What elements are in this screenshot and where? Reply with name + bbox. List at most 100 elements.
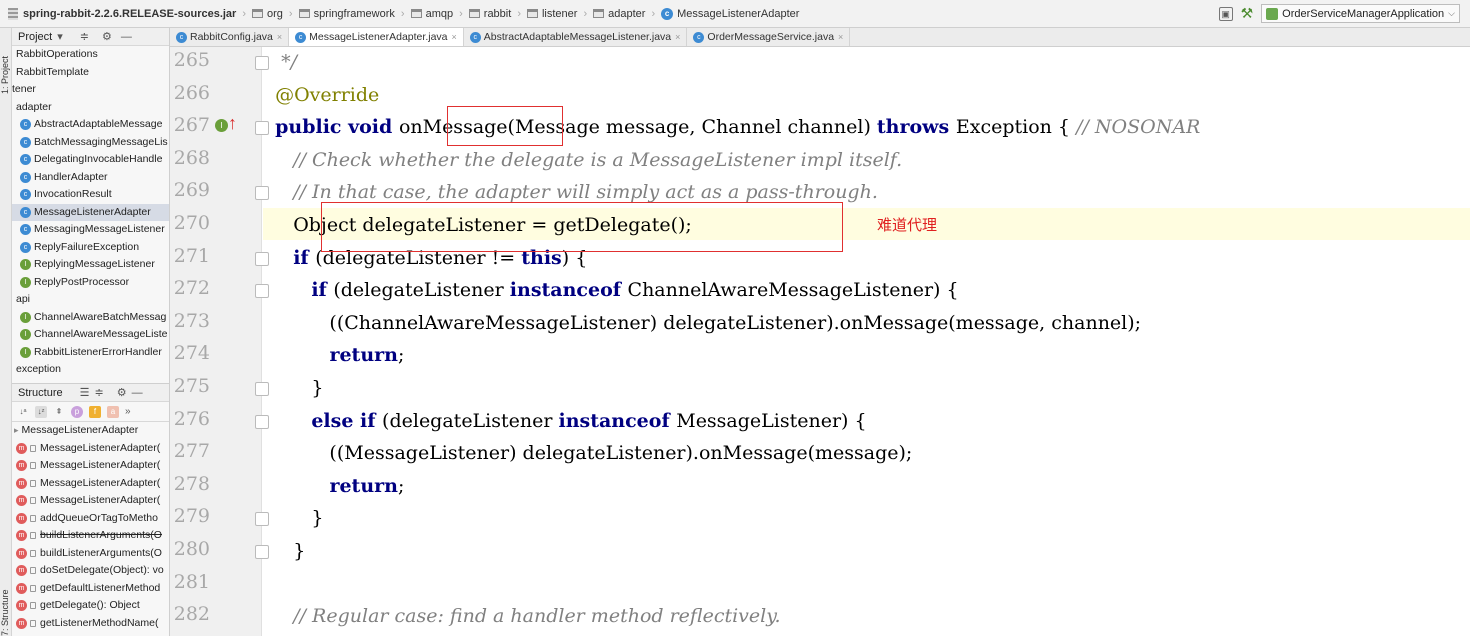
- structure-item[interactable]: m MessageListenerAdapter(: [12, 492, 169, 510]
- project-tree-item[interactable]: I ReplyingMessageListener: [12, 256, 169, 274]
- editor-tab[interactable]: c RabbitConfig.java ×: [170, 28, 290, 46]
- folder-icon: [593, 9, 605, 18]
- code-token: ;: [397, 344, 405, 367]
- project-tree-label: ChannelAwareBatchMessag: [34, 310, 167, 323]
- project-tool-tab[interactable]: 1: Project: [0, 34, 12, 94]
- code-token: public void: [275, 116, 399, 139]
- implements-marker-icon[interactable]: I: [215, 119, 228, 132]
- project-tree-item[interactable]: RabbitOperations: [12, 46, 169, 64]
- structure-item[interactable]: m getListenerMethodName(: [12, 615, 169, 633]
- show-inherited-icon[interactable]: ⇞: [53, 406, 65, 418]
- line-number: 268: [173, 146, 210, 169]
- code-line: ((ChannelAwareMessageListener) delegateL…: [263, 307, 1141, 339]
- breadcrumb-item[interactable]: adapter: [591, 8, 647, 20]
- project-tree-item[interactable]: I ChannelAwareBatchMessag: [12, 309, 169, 327]
- sort-alphabetically-icon[interactable]: ↓ᶻ: [35, 405, 47, 418]
- structure-item[interactable]: m doSetDelegate(Object): vo: [12, 562, 169, 580]
- structure-item[interactable]: m buildListenerArguments(O: [12, 527, 169, 545]
- editor-tab-label: MessageListenerAdapter.java: [309, 31, 448, 43]
- structure-item-label: getDelegate(): Object: [40, 599, 140, 611]
- structure-item-label: MessageListenerAdapter(: [40, 459, 161, 471]
- structure-item[interactable]: m getDefaultListenerMethod: [12, 580, 169, 598]
- structure-item[interactable]: m MessageListenerAdapter(: [12, 457, 169, 475]
- breadcrumb-item[interactable]: spring-rabbit-2.2.6.RELEASE-sources.jar: [0, 7, 238, 20]
- structure-tool-tab[interactable]: 7: Structure: [0, 568, 12, 636]
- sort-icon[interactable]: ☰: [80, 386, 90, 399]
- close-icon[interactable]: ×: [838, 32, 843, 42]
- tool-window-gutter: 1: Project 7: Structure: [0, 28, 12, 636]
- project-structure-icon[interactable]: ▣: [1218, 6, 1233, 21]
- breadcrumb-item[interactable]: org: [250, 8, 285, 20]
- editor-tab[interactable]: c AbstractAdaptableMessageListener.java ×: [464, 28, 688, 46]
- breadcrumb-item[interactable]: amqp: [409, 8, 456, 20]
- project-tree-item[interactable]: api: [12, 291, 169, 309]
- project-tree-item[interactable]: c DelegatingInvocableHandle: [12, 151, 169, 169]
- project-tree-item[interactable]: c ReplyFailureException: [12, 239, 169, 257]
- project-tree-item[interactable]: RabbitTemplate: [12, 64, 169, 82]
- structure-root[interactable]: ▸ MessageListenerAdapter: [12, 422, 169, 440]
- chevron-down-icon[interactable]: ▾: [57, 30, 63, 43]
- close-icon[interactable]: ×: [452, 32, 457, 42]
- line-number: 267: [173, 114, 210, 137]
- show-non-public-icon[interactable]: a: [107, 405, 119, 418]
- project-tree-item[interactable]: c MessagingMessageListener: [12, 221, 169, 239]
- collapse-all-icon[interactable]: ≑: [80, 30, 89, 43]
- project-tree-item[interactable]: I ChannelAwareMessageListe: [12, 326, 169, 344]
- more-icon[interactable]: »: [125, 406, 131, 417]
- show-fields-icon[interactable]: f: [89, 405, 101, 418]
- code-token: (delegateListener: [382, 409, 559, 432]
- build-hammer-icon[interactable]: ⚒: [1241, 5, 1254, 22]
- breadcrumb-label: listener: [541, 7, 578, 20]
- structure-item-label: MessageListenerAdapter(: [40, 476, 161, 489]
- breadcrumb-item[interactable]: springframework: [297, 8, 397, 20]
- project-tree-item[interactable]: c HandlerAdapter: [12, 169, 169, 187]
- code-token: instanceof: [558, 409, 677, 432]
- visibility-icon: [30, 532, 36, 540]
- structure-item[interactable]: m buildListenerArguments(O: [12, 545, 169, 563]
- code-editor[interactable]: */ @Override public void onMessage(Messa…: [263, 47, 1470, 636]
- project-tree-item[interactable]: I RabbitListenerErrorHandler: [12, 344, 169, 362]
- gear-icon[interactable]: ⚙: [102, 30, 112, 43]
- minimize-icon[interactable]: —: [132, 387, 143, 399]
- code-line: if (delegateListener instanceof ChannelA…: [263, 274, 958, 306]
- breadcrumb-item[interactable]: listener: [525, 8, 579, 20]
- folder-icon: [410, 9, 422, 18]
- editor-tab[interactable]: c OrderMessageService.java ×: [687, 28, 851, 46]
- line-number: 270: [173, 212, 210, 234]
- project-tree-item[interactable]: c InvocationResult: [12, 186, 169, 204]
- editor-gutter: 265 266 267 268 269 270 271 272 273 274 275 276 277 2…: [170, 47, 269, 636]
- sort-by-visibility-icon[interactable]: ↓ᵃ: [17, 406, 29, 418]
- structure-item[interactable]: m MessageListenerAdapter(: [12, 440, 169, 458]
- breadcrumb-separator: ›: [651, 7, 656, 20]
- project-tree-item[interactable]: adapter: [12, 99, 169, 117]
- project-tree-item[interactable]: c AbstractAdaptableMessage: [12, 116, 169, 134]
- project-tree-item[interactable]: I ReplyPostProcessor: [12, 274, 169, 292]
- editor-tab-label: AbstractAdaptableMessageListener.java: [483, 31, 672, 43]
- project-tree-item[interactable]: exception: [12, 361, 169, 379]
- minimize-icon[interactable]: —: [121, 31, 132, 43]
- close-icon[interactable]: ×: [675, 32, 680, 42]
- project-tree-item[interactable]: tener: [12, 81, 169, 99]
- overrides-up-arrow-icon[interactable]: ↑: [228, 113, 237, 134]
- method-icon: m: [16, 617, 27, 629]
- project-tree-label: AbstractAdaptableMessage: [34, 118, 163, 130]
- project-tree-item[interactable]: c BatchMessagingMessageLis: [12, 134, 169, 152]
- close-icon[interactable]: ×: [277, 32, 282, 42]
- collapse-all-icon[interactable]: ≑: [95, 386, 104, 399]
- structure-item[interactable]: m addQueueOrTagToMetho: [12, 510, 169, 528]
- gear-icon[interactable]: ⚙: [117, 386, 127, 399]
- structure-item[interactable]: m MessageListenerAdapter(: [12, 475, 169, 493]
- code-token: */: [263, 51, 298, 73]
- run-configuration-select[interactable]: OrderServiceManagerApplication ⌵: [1261, 4, 1460, 23]
- structure-item[interactable]: m getDelegate(): Object: [12, 597, 169, 615]
- code-token: instanceof: [509, 279, 628, 302]
- breadcrumb-item[interactable]: rabbit: [467, 8, 514, 20]
- editor-tab[interactable]: c MessageListenerAdapter.java ×: [289, 28, 464, 46]
- project-panel-title[interactable]: Project: [18, 31, 52, 43]
- project-tree-item[interactable]: c MessageListenerAdapter: [12, 203, 169, 221]
- breadcrumb-item[interactable]: c MessageListenerAdapter: [659, 7, 801, 20]
- structure-item-label: addQueueOrTagToMetho: [40, 511, 158, 524]
- show-properties-icon[interactable]: p: [71, 405, 83, 418]
- code-token: ((ChannelAwareMessageListener) delegateL…: [263, 311, 1142, 334]
